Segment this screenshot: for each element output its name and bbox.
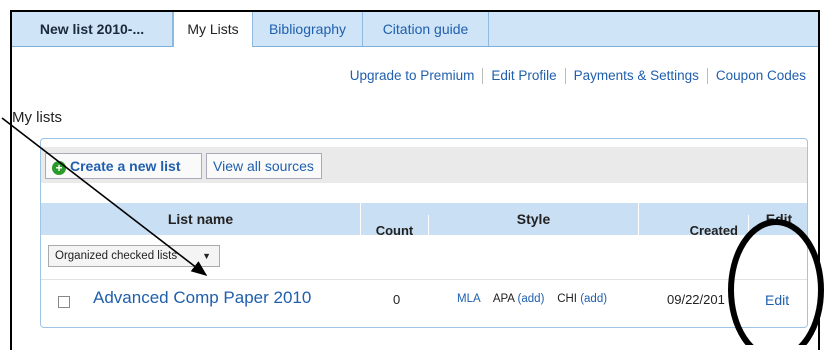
- lists-panel: + Create a new list View all sources List…: [40, 138, 808, 328]
- tab-bar: New list 2010-... My Lists Bibliography …: [12, 12, 818, 47]
- create-list-label: Create a new list: [70, 158, 181, 174]
- create-list-button[interactable]: + Create a new list: [45, 153, 202, 179]
- col-edit: Edit: [765, 211, 793, 227]
- tab-citation-guide[interactable]: Citation guide: [363, 12, 489, 46]
- row-count: 0: [393, 292, 401, 307]
- tab-my-lists[interactable]: My Lists: [173, 12, 253, 47]
- style-chi-add-link[interactable]: (add): [580, 293, 607, 305]
- table-header: List name Count Style Created Edit: [41, 203, 807, 247]
- row-created: 09/22/201: [667, 292, 725, 307]
- row-styles: MLA APA (add) CHI (add): [457, 293, 607, 305]
- col-created[interactable]: Created: [639, 215, 749, 247]
- tab-new-list[interactable]: New list 2010-...: [12, 12, 173, 46]
- list-name-link[interactable]: Advanced Comp Paper 2010: [93, 288, 311, 308]
- caret-down-icon: ▼: [202, 251, 211, 261]
- divider: [706, 68, 708, 85]
- style-apa-add-link[interactable]: (add): [518, 293, 545, 305]
- view-all-sources-button[interactable]: View all sources: [206, 153, 322, 179]
- divider: [564, 68, 566, 85]
- divider: [482, 68, 484, 85]
- payments-settings-link[interactable]: Payments & Settings: [574, 68, 699, 83]
- upgrade-link[interactable]: Upgrade to Premium: [350, 68, 475, 83]
- account-links: Upgrade to Premium Edit Profile Payments &…: [350, 68, 806, 85]
- style-apa: APA: [492, 293, 515, 305]
- style-mla-link[interactable]: MLA: [457, 293, 481, 305]
- row-edit-link[interactable]: Edit: [765, 292, 789, 308]
- plus-icon: +: [52, 161, 66, 175]
- col-list-name[interactable]: List name: [41, 203, 361, 235]
- coupon-codes-link[interactable]: Coupon Codes: [716, 68, 806, 83]
- edit-profile-link[interactable]: Edit Profile: [491, 68, 556, 83]
- row-checkbox[interactable]: [58, 296, 70, 308]
- col-count[interactable]: Count: [361, 215, 429, 247]
- organize-dropdown[interactable]: Organized checked lists ▼: [48, 245, 220, 267]
- table-row: Advanced Comp Paper 2010 0 MLA APA (add)…: [41, 279, 807, 314]
- toolbar: + Create a new list View all sources: [41, 147, 807, 183]
- app-frame: New list 2010-... My Lists Bibliography …: [10, 10, 820, 350]
- style-chi: CHI: [557, 293, 577, 305]
- tab-bibliography[interactable]: Bibliography: [253, 12, 363, 46]
- page-title: My lists: [12, 109, 62, 126]
- organize-dropdown-label: Organized checked lists: [55, 250, 178, 262]
- col-style: Style: [429, 203, 639, 235]
